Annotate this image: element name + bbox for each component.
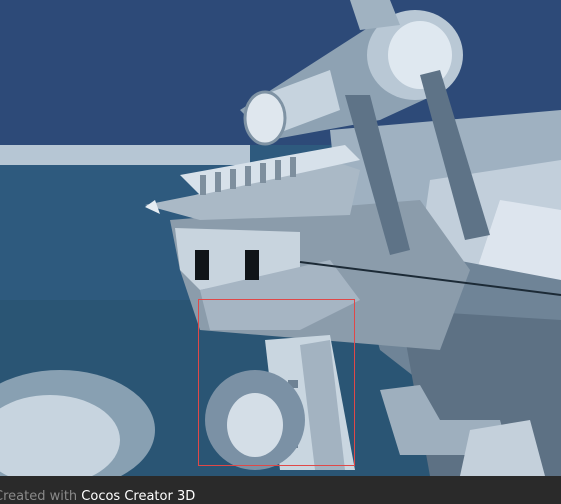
footer-credit: Created with Cocos Creator 3D	[0, 490, 195, 504]
scene-viewport[interactable]	[0, 0, 561, 476]
footer-product-name: Cocos Creator 3D	[81, 489, 196, 504]
scope-front-lens	[243, 90, 287, 146]
trigger-guard-hole	[227, 393, 283, 457]
footer-prefix: Created with	[0, 489, 82, 504]
horizon-band	[0, 145, 250, 165]
scene-render	[0, 0, 561, 476]
receiver-port-1	[195, 250, 209, 280]
receiver-port-2	[245, 250, 259, 280]
scope-turret	[350, 0, 400, 30]
